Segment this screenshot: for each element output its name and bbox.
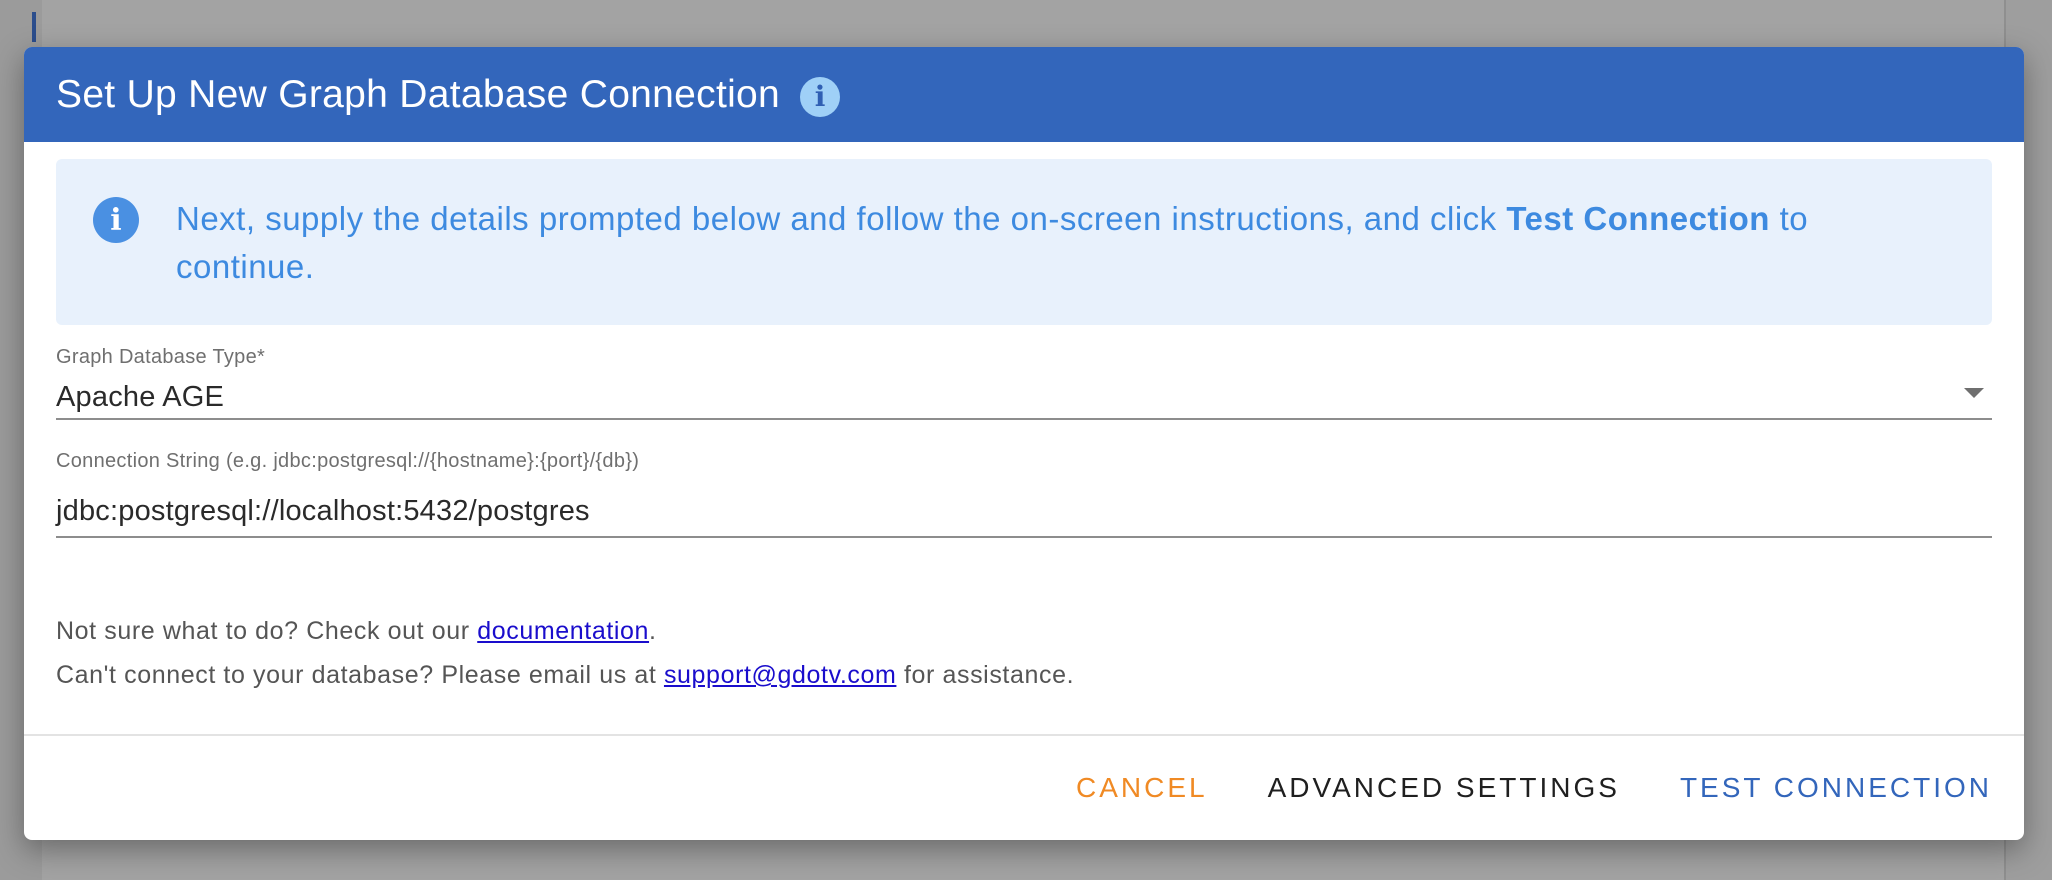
info-text-bold: Test Connection (1506, 200, 1770, 237)
db-type-select[interactable]: Graph Database Type* Apache AGE (56, 346, 1992, 430)
db-type-underline (56, 418, 1992, 420)
info-alert: i Next, supply the details prompted belo… (56, 159, 1992, 325)
info-icon[interactable]: i (800, 76, 841, 117)
help-line1-end: . (649, 617, 657, 645)
dialog-header: Set Up New Graph Database Connection i (24, 47, 2024, 142)
help-documentation: Not sure what to do? Check out our docum… (56, 617, 657, 646)
db-type-label: Graph Database Type* (56, 346, 266, 368)
dialog-actions: CANCEL ADVANCED SETTINGS TEST CONNECTION (1076, 772, 1992, 804)
connection-string-field[interactable]: Connection String (e.g. jdbc:postgresql:… (56, 450, 1992, 540)
advanced-settings-button[interactable]: ADVANCED SETTINGS (1268, 772, 1620, 804)
help-support: Can't connect to your database? Please e… (56, 661, 1074, 690)
background-accent-bar (32, 12, 36, 42)
footer-divider (24, 734, 2024, 736)
help-line1-text: Not sure what to do? Check out our (56, 617, 478, 645)
info-alert-text: Next, supply the details prompted below … (176, 195, 1956, 291)
support-email-link[interactable]: support@gdotv.com (664, 661, 896, 689)
help-line2-end: for assistance. (896, 661, 1075, 689)
chevron-down-icon[interactable] (1964, 388, 1984, 398)
connection-string-underline (56, 536, 1992, 538)
connection-string-input[interactable]: jdbc:postgresql://localhost:5432/postgre… (56, 495, 590, 528)
cancel-button[interactable]: CANCEL (1076, 772, 1208, 804)
info-text-before: Next, supply the details prompted below … (176, 200, 1507, 237)
info-icon: i (93, 197, 139, 243)
connection-dialog: Set Up New Graph Database Connection i i… (24, 47, 2024, 840)
documentation-link[interactable]: documentation (477, 617, 649, 645)
db-type-value[interactable]: Apache AGE (56, 381, 224, 414)
help-line2-text: Can't connect to your database? Please e… (56, 661, 664, 689)
dialog-title: Set Up New Graph Database Connection (56, 72, 781, 116)
connection-string-label: Connection String (e.g. jdbc:postgresql:… (56, 450, 640, 472)
test-connection-button[interactable]: TEST CONNECTION (1680, 772, 1992, 804)
